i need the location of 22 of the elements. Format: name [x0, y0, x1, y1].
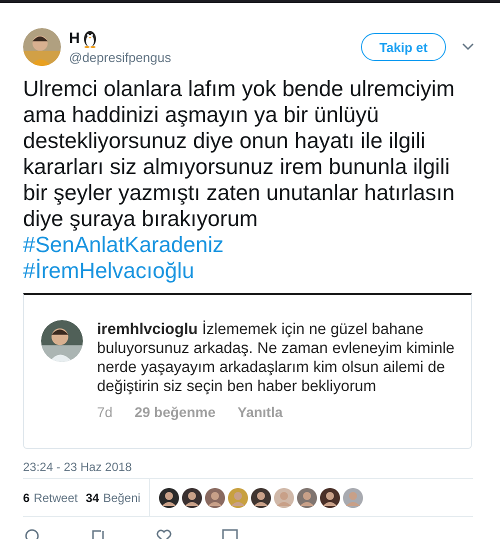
tweet-text: Ulremci olanlara lafım yok bende ulremciyim ama haddinizi aşmayın ya bir ünlüyü destekliyorsunuz diye onun hayatı ile ilgili kararları siz almıyorsunuz irem bununla ilgili bir şeyler yazmıştı zaten unutanlar hatırlasın diye şuraya bırakıyorum — [23, 76, 456, 232]
penguin-icon — [82, 30, 98, 48]
comment-age: 7d — [97, 404, 113, 420]
stat-count: 6 — [23, 490, 30, 504]
chevron-icon[interactable] — [462, 43, 474, 51]
tweet-timestamp[interactable]: 23:24 - 23 Haz 2018 — [23, 460, 474, 478]
embedded-image[interactable] — [23, 293, 472, 449]
liker-avatar[interactable] — [159, 488, 180, 508]
comment-text: iremhlvcioglu İzlememek için ne güzel bahane buluyorsunuz arkadaş. Ne zaman evleneyim kiminle nerde yaşayayım arkadaşlarım kim olsun ailemi de değiştirin siz seçin ben haber bekliyorum — [97, 320, 456, 396]
stat-label: Retweet — [34, 490, 78, 504]
liker-avatar[interactable] — [320, 488, 340, 508]
liker-avatar[interactable] — [251, 488, 272, 508]
hashtag-link[interactable]: #SenAnlatKaradeniz — [23, 232, 224, 257]
user-handle[interactable]: @depresifpengus — [69, 50, 361, 64]
stat-label: Beğeni — [103, 490, 140, 504]
liker-avatar[interactable] — [182, 488, 202, 508]
user-name[interactable]: H — [69, 30, 80, 47]
reply-link: Yanıtla — [238, 404, 283, 420]
follow-button[interactable]: Takip et — [361, 33, 446, 61]
hashtag-link[interactable]: #İremHelvacıoğlu — [23, 258, 194, 283]
stat-count: 34 — [86, 490, 100, 504]
comment-likes: 29 beğenme — [134, 404, 216, 420]
